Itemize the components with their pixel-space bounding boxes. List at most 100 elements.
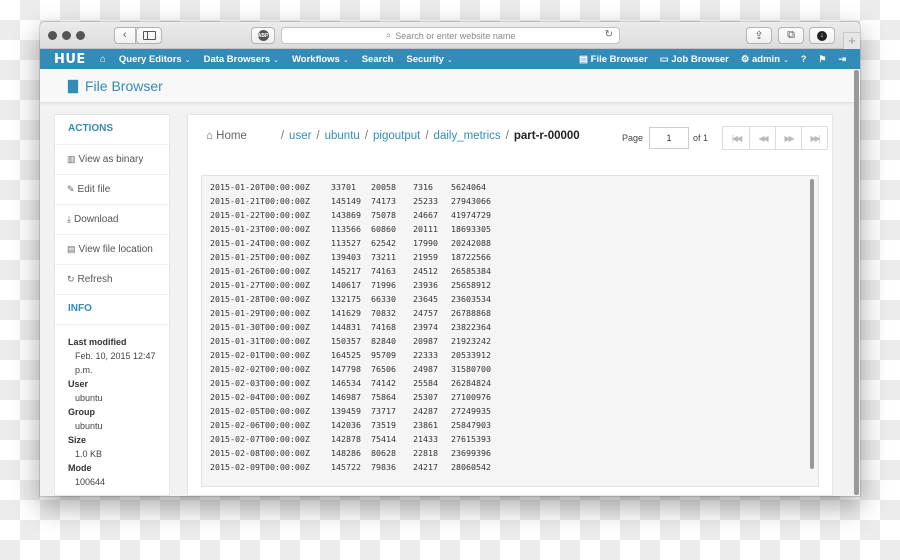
row-timestamp: 2015-01-22T00:00:00Z (210, 210, 310, 220)
close-window-button[interactable] (48, 31, 57, 40)
share-button[interactable]: ⇪ (746, 27, 772, 44)
row-timestamp: 2015-02-09T00:00:00Z (210, 462, 310, 472)
nav-data-browsers[interactable]: Data Browsers ⌄ (204, 54, 279, 65)
sidebar-toggle-button[interactable] (136, 27, 162, 44)
minimize-window-button[interactable] (62, 31, 71, 40)
row-value: 145722 (331, 462, 361, 472)
row-timestamp: 2015-01-28T00:00:00Z (210, 294, 310, 304)
previous-page-button[interactable]: ◀◀ (749, 127, 775, 149)
file-row: 2015-01-20T00:00:00Z 33701 20058 7316 562406… (210, 182, 818, 196)
row-value: 26788868 (451, 308, 491, 318)
logout-icon[interactable]: ⇥ (838, 54, 846, 65)
row-value: 144831 (331, 322, 361, 332)
refresh-icon: ↻ (67, 274, 75, 284)
row-value: 18722566 (451, 252, 491, 262)
row-value: 28060542 (451, 462, 491, 472)
nav-workflows[interactable]: Workflows ⌄ (292, 54, 349, 65)
row-value: 25233 (413, 196, 438, 206)
row-value: 24987 (413, 364, 438, 374)
file-row: 2015-01-25T00:00:00Z 139403 73211 21959 1872… (210, 252, 818, 266)
show-tabs-button[interactable]: ⧉ (778, 27, 804, 44)
nav-admin-menu[interactable]: ⚙ admin ⌄ (741, 54, 789, 65)
downloads-button[interactable]: ↓ (809, 27, 835, 44)
hue-logo[interactable]: HUE (54, 52, 86, 67)
file-row: 2015-02-09T00:00:00Z 145722 79836 24217 2806… (210, 462, 818, 476)
zoom-window-button[interactable] (76, 31, 85, 40)
nav-job-browser[interactable]: ▭ Job Browser (660, 54, 729, 65)
file-row: 2015-01-27T00:00:00Z 140617 71996 23936 2565… (210, 280, 818, 294)
reload-icon[interactable]: ↻ (605, 29, 613, 40)
cogs-icon: ⚙ (740, 53, 753, 65)
row-timestamp: 2015-01-21T00:00:00Z (210, 196, 310, 206)
tabs-icon: ⧉ (787, 29, 795, 41)
row-value: 62542 (371, 238, 396, 248)
download-icon: ⤓ (67, 214, 71, 224)
breadcrumb-user[interactable]: user (289, 130, 311, 142)
row-value: 21959 (413, 252, 438, 262)
breadcrumb-ubuntu[interactable]: ubuntu (325, 130, 360, 142)
content-scrollbar[interactable] (810, 179, 814, 469)
row-timestamp: 2015-01-25T00:00:00Z (210, 252, 310, 262)
row-value: 113527 (331, 238, 361, 248)
row-value: 80628 (371, 448, 396, 458)
page-scrollbar[interactable] (854, 70, 859, 495)
chevron-down-icon: ⌄ (783, 56, 789, 64)
view-as-binary-action[interactable]: ▥ View as binary (55, 145, 169, 175)
row-value: 23936 (413, 280, 438, 290)
file-contents: 2015-01-20T00:00:00Z 33701 20058 7316 562406… (201, 175, 819, 487)
info-header: INFO (55, 295, 169, 325)
chevron-down-icon: ⌄ (184, 56, 191, 64)
last-modified-label: Last modified (68, 337, 127, 347)
nav-security[interactable]: Security ⌄ (406, 54, 452, 65)
breadcrumb-home[interactable]: ⌂ Home (206, 130, 247, 142)
row-timestamp: 2015-01-29T00:00:00Z (210, 308, 310, 318)
row-value: 76506 (371, 364, 396, 374)
row-value: 141629 (331, 308, 361, 318)
row-value: 74173 (371, 196, 396, 206)
flag-icon[interactable]: ⚑ (818, 54, 826, 65)
row-value: 17990 (413, 238, 438, 248)
file-icon: ▤ (67, 244, 76, 254)
row-value: 27943066 (451, 196, 491, 206)
last-page-button[interactable]: ▶▶| (801, 127, 827, 149)
chevron-down-icon: ⌄ (446, 56, 453, 64)
pencil-icon: ✎ (67, 184, 75, 194)
new-tab-button[interactable]: + (843, 32, 860, 49)
breadcrumb-daily-metrics[interactable]: daily_metrics (434, 130, 501, 142)
view-file-location-action[interactable]: ▤ View file location (55, 235, 169, 265)
pager-buttons: |◀◀ ◀◀ ▶▶ ▶▶| (722, 126, 829, 150)
help-icon[interactable]: ? (801, 54, 807, 64)
adblock-button[interactable]: ABP (251, 27, 275, 44)
row-value: 23974 (413, 322, 438, 332)
back-button[interactable]: ‹ (115, 28, 136, 43)
download-action[interactable]: ⤓ Download (55, 205, 169, 235)
address-bar[interactable]: ⌕ Search or enter website name ↻ (281, 27, 620, 44)
row-timestamp: 2015-01-27T00:00:00Z (210, 280, 310, 290)
row-value: 95709 (371, 350, 396, 360)
refresh-action[interactable]: ↻ Refresh (55, 265, 169, 295)
file-row: 2015-01-31T00:00:00Z 150357 82840 20987 2192… (210, 336, 818, 350)
row-value: 139459 (331, 406, 361, 416)
row-value: 41974729 (451, 210, 491, 220)
first-page-button[interactable]: |◀◀ (723, 127, 749, 149)
hue-navbar: HUE ⌂ Query Editors ⌄ Data Browsers ⌄ Work… (40, 49, 860, 69)
breadcrumb-current: part-r-00000 (513, 130, 580, 142)
breadcrumb-separator: / (364, 130, 369, 142)
row-value: 33701 (331, 182, 356, 192)
breadcrumb-pigoutput[interactable]: pigoutput (373, 130, 420, 142)
row-timestamp: 2015-02-01T00:00:00Z (210, 350, 310, 360)
actions-header: ACTIONS (55, 115, 169, 145)
edit-file-action[interactable]: ✎ Edit file (55, 175, 169, 205)
row-value: 146534 (331, 378, 361, 388)
next-page-button[interactable]: ▶▶ (775, 127, 801, 149)
file-row: 2015-02-05T00:00:00Z 139459 73717 24287 2724… (210, 406, 818, 420)
nav-search[interactable]: Search (362, 54, 394, 65)
nav-file-browser[interactable]: ▤ File Browser (579, 54, 648, 65)
row-timestamp: 2015-02-02T00:00:00Z (210, 364, 310, 374)
nav-query-editors[interactable]: Query Editors ⌄ (119, 54, 191, 65)
file-row: 2015-01-24T00:00:00Z 113527 62542 17990 2024… (210, 238, 818, 252)
nav-label: admin (752, 53, 780, 65)
page-number-input[interactable] (649, 127, 690, 149)
row-value: 148286 (331, 448, 361, 458)
home-icon[interactable]: ⌂ (100, 54, 106, 65)
